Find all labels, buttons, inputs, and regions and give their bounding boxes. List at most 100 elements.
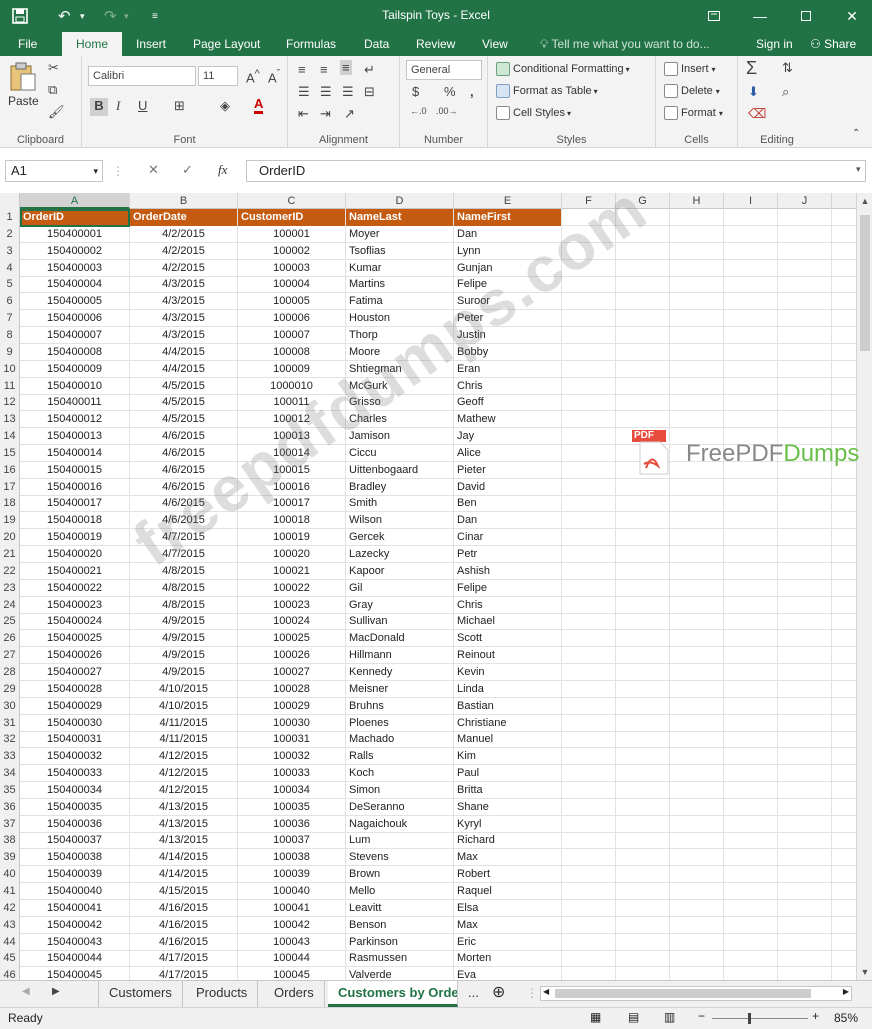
data-cell[interactable]: 150400018 [20,512,130,530]
data-cell[interactable]: 4/11/2015 [130,731,238,749]
column-header-b[interactable]: B [130,193,238,209]
empty-cell[interactable] [778,731,832,749]
data-cell[interactable]: MacDonald [346,630,454,648]
empty-cell[interactable] [616,562,670,580]
data-cell[interactable]: Dan [454,225,562,243]
empty-cell[interactable] [724,562,778,580]
decrease-decimal-icon[interactable]: .00→ [436,106,458,116]
data-cell[interactable]: Elsa [454,899,562,917]
empty-cell[interactable] [778,343,832,361]
empty-cell[interactable] [562,967,616,980]
empty-cell[interactable] [778,546,832,563]
scroll-down-icon[interactable]: ▼ [857,964,872,980]
data-cell[interactable]: Manuel [454,731,562,749]
empty-cell[interactable] [562,815,616,833]
borders-icon[interactable]: ⊞ [174,98,185,114]
row-number[interactable]: 30 [0,697,20,715]
empty-cell[interactable] [616,967,670,980]
data-cell[interactable]: Lynn [454,242,562,260]
find-select-icon[interactable]: ⌕ [782,84,789,100]
data-cell[interactable]: Nagaichouk [346,815,454,833]
empty-cell[interactable] [670,360,724,378]
data-cell[interactable]: Shtiegman [346,360,454,378]
empty-cell[interactable] [670,209,724,226]
empty-cell[interactable] [616,680,670,698]
empty-cell[interactable] [616,209,670,226]
empty-cell[interactable] [778,444,832,462]
select-all-corner[interactable] [0,193,20,209]
data-cell[interactable]: 150400004 [20,276,130,294]
empty-cell[interactable] [670,781,724,799]
empty-cell[interactable] [562,209,616,226]
empty-cell[interactable] [562,697,616,715]
wrap-text-icon[interactable]: ↵ [364,62,375,78]
empty-cell[interactable] [724,781,778,799]
data-cell[interactable]: 4/9/2015 [130,630,238,648]
data-cell[interactable]: David [454,478,562,496]
data-cell[interactable]: Stevens [346,849,454,867]
data-cell[interactable]: Wilson [346,512,454,530]
data-cell[interactable]: Chris [454,596,562,614]
empty-cell[interactable] [778,916,832,934]
empty-cell[interactable] [778,293,832,311]
data-cell[interactable]: 100038 [238,849,346,867]
empty-cell[interactable] [670,225,724,243]
empty-cell[interactable] [670,748,724,766]
empty-cell[interactable] [724,899,778,917]
empty-cell[interactable] [616,950,670,968]
data-cell[interactable]: 150400025 [20,630,130,648]
cell-styles-button[interactable]: Cell Styles ▾ [496,106,571,120]
tab-insert[interactable]: Insert [128,32,174,56]
data-cell[interactable]: Machado [346,731,454,749]
empty-cell[interactable] [778,242,832,260]
data-cell[interactable]: 4/6/2015 [130,512,238,530]
data-cell[interactable]: 4/6/2015 [130,495,238,513]
empty-cell[interactable] [562,512,616,530]
data-cell[interactable]: 4/17/2015 [130,950,238,968]
empty-cell[interactable] [778,579,832,597]
empty-cell[interactable] [562,663,616,681]
empty-cell[interactable] [724,663,778,681]
data-cell[interactable]: Linda [454,680,562,698]
data-cell[interactable]: 150400009 [20,360,130,378]
data-cell[interactable]: 4/7/2015 [130,529,238,547]
data-cell[interactable]: 150400036 [20,815,130,833]
data-cell[interactable]: 4/9/2015 [130,647,238,665]
row-number[interactable]: 25 [0,613,20,631]
data-cell[interactable]: 4/12/2015 [130,765,238,783]
align-center-icon[interactable]: ☰ [320,84,332,100]
data-cell[interactable]: Bradley [346,478,454,496]
page-break-view-icon[interactable]: ▥ [664,1010,675,1024]
sort-filter-icon[interactable]: ⇅ [782,60,793,76]
empty-cell[interactable] [562,714,616,732]
empty-cell[interactable] [724,310,778,328]
data-cell[interactable]: 100034 [238,781,346,799]
data-cell[interactable]: Geoff [454,394,562,412]
enter-icon[interactable]: ✓ [182,162,193,178]
empty-cell[interactable] [778,310,832,328]
empty-cell[interactable] [670,680,724,698]
data-cell[interactable]: 100037 [238,832,346,850]
column-header-j[interactable]: J [778,193,832,209]
empty-cell[interactable] [724,916,778,934]
data-cell[interactable]: 150400012 [20,411,130,429]
row-number[interactable]: 2 [0,225,20,243]
column-title-cell[interactable]: NameFirst [454,209,562,226]
empty-cell[interactable] [724,883,778,900]
tab-home[interactable]: Home [62,32,122,56]
empty-cell[interactable] [670,950,724,968]
row-number[interactable]: 28 [0,663,20,681]
empty-cell[interactable] [562,546,616,563]
delete-cells-button[interactable]: Delete ▾ [664,84,720,98]
empty-cell[interactable] [724,512,778,530]
data-cell[interactable]: 150400021 [20,562,130,580]
scroll-up-icon[interactable]: ▲ [857,193,872,209]
empty-cell[interactable] [778,933,832,951]
empty-cell[interactable] [616,394,670,412]
data-cell[interactable]: 150400017 [20,495,130,513]
empty-cell[interactable] [562,562,616,580]
data-cell[interactable]: 100036 [238,815,346,833]
data-cell[interactable]: 100013 [238,428,346,446]
empty-cell[interactable] [616,849,670,867]
zoom-in-button[interactable]: + [812,1009,819,1023]
